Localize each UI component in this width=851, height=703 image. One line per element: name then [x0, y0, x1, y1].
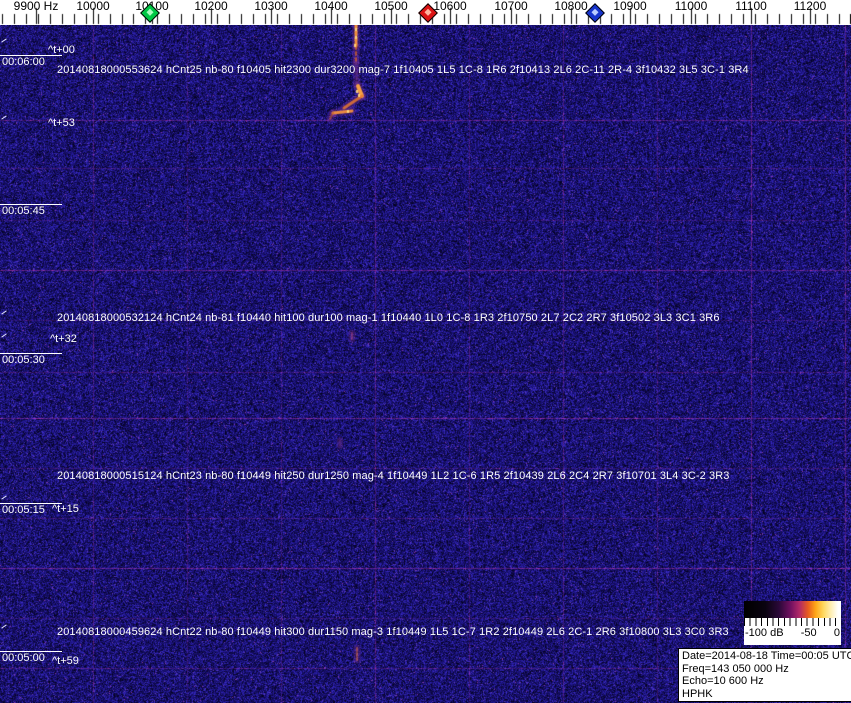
status-info-box: Date=2014-08-18 Time=00:05 UTC Freq=143 …	[678, 648, 851, 702]
caret-label-4: ^t+59	[52, 655, 79, 667]
freq-label-10: 10900	[613, 0, 647, 13]
caret-label-2: ^t+32	[50, 333, 77, 345]
frequency-ruler: 9900 Hz100001010010200103001040010500106…	[0, 0, 851, 25]
detection-line-3: 20140818000459624 hCnt22 nb-80 f10449 hi…	[57, 626, 729, 638]
info-frequency: Freq=143 050 000 Hz	[682, 662, 789, 675]
colorbar-ticks	[744, 618, 841, 626]
marker-green-center-dot	[146, 8, 154, 16]
detection-line-2: 20140818000515124 hCnt23 nb-80 f10449 hi…	[57, 470, 730, 482]
caret-label-0: ^t+00	[48, 44, 75, 56]
freq-label-7: 10600	[433, 0, 467, 13]
freq-label-5: 10400	[314, 0, 348, 13]
freq-label-6: 10500	[374, 0, 408, 13]
colorbar-labels: -100 dB -50 0	[744, 626, 841, 639]
marker-blue-center-dot	[591, 8, 599, 16]
time-label-1: 00:05:45	[2, 205, 45, 217]
freq-label-8: 10700	[494, 0, 528, 13]
freq-label-1: 10000	[76, 0, 110, 13]
freq-label-4: 10300	[254, 0, 288, 13]
freq-label-9: 10800	[554, 0, 588, 13]
info-date-time: Date=2014-08-18 Time=00:05 UTC	[682, 650, 851, 662]
caret-label-1: ^t+53	[48, 117, 75, 129]
info-station-id: HPHK	[682, 687, 713, 700]
freq-label-0: 9900 Hz	[13, 0, 59, 13]
freq-label-13: 11200	[793, 0, 827, 13]
time-label-4: 00:05:00	[2, 652, 45, 664]
time-label-2: 00:05:30	[2, 354, 45, 366]
colorbar-max-label: 0	[833, 627, 840, 639]
colorbar-gradient	[744, 601, 841, 618]
freq-label-12: 11100	[735, 0, 767, 13]
freq-label-3: 10200	[194, 0, 228, 13]
spectrogram-waterfall	[0, 25, 851, 703]
time-label-0: 00:06:00	[2, 56, 45, 68]
detection-line-1: 20140818000532124 hCnt24 nb-81 f10440 hi…	[57, 312, 720, 324]
info-echo: Echo=10 600 Hz	[682, 675, 764, 688]
detection-line-0: 20140818000553624 hCnt25 nb-80 f10405 hi…	[57, 64, 749, 76]
colorbar-mid-label: -50	[800, 627, 817, 639]
time-label-3: 00:05:15	[2, 504, 45, 516]
marker-red-center-dot	[424, 8, 432, 16]
freq-label-11: 11000	[674, 0, 708, 13]
caret-label-3: ^t+15	[52, 503, 79, 515]
colorbar-min-label: -100 dB	[745, 627, 784, 639]
intensity-colorbar: -100 dB -50 0	[744, 601, 841, 645]
